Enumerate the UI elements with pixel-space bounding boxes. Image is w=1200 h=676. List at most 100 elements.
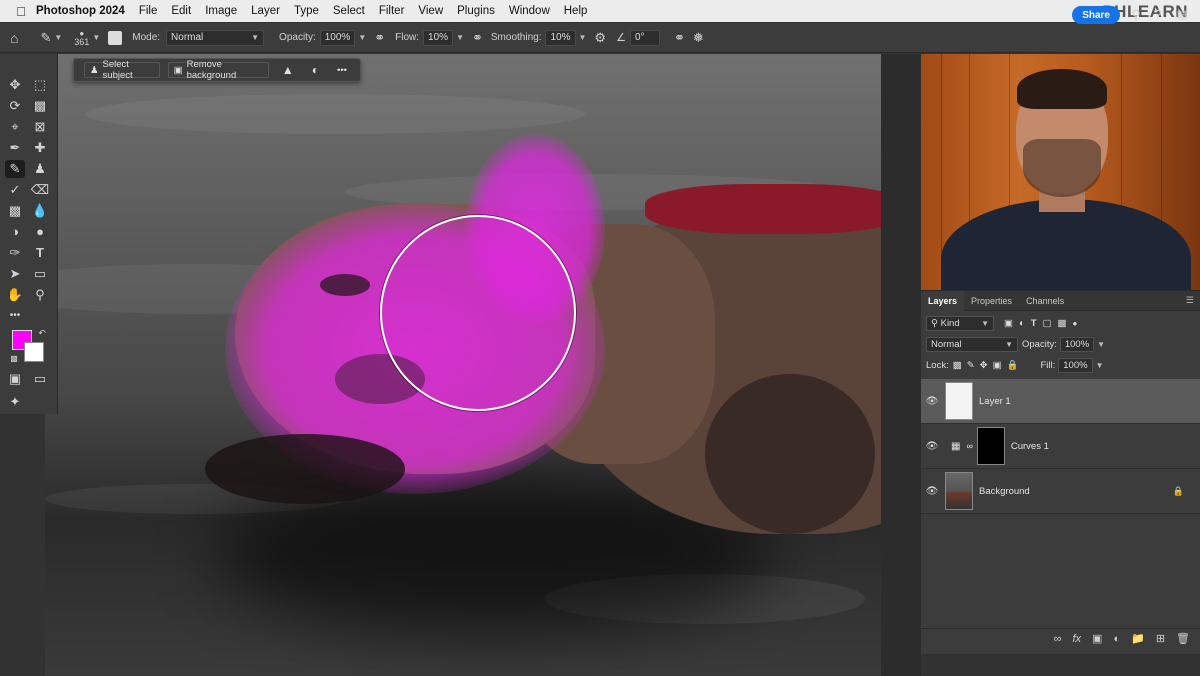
visibility-eye-icon[interactable]: 👁 xyxy=(921,396,943,407)
generative-fill-icon[interactable]: ✦ xyxy=(5,393,25,411)
more-options-button[interactable]: ••• xyxy=(332,62,352,78)
adjustment-icon[interactable]: ◐ xyxy=(307,62,324,78)
sponge-tool-icon[interactable]: ● xyxy=(30,223,50,241)
home-icon[interactable]: ⌂ xyxy=(10,30,18,46)
kind-filter-select[interactable]: ⚲ Kind ▼ xyxy=(926,316,994,331)
flow-field[interactable]: 10% xyxy=(423,29,454,46)
swap-colors-icon[interactable]: ↶ xyxy=(32,324,52,342)
layer-style-icon[interactable]: fx xyxy=(1072,633,1081,645)
help-icon[interactable]: ? xyxy=(1150,7,1166,23)
pressure-size-icon[interactable]: ⚭ xyxy=(674,30,685,46)
blend-mode-select[interactable]: Normal ▼ xyxy=(926,337,1018,352)
tab-channels[interactable]: Channels xyxy=(1019,291,1071,311)
new-adjustment-layer-icon[interactable]: ◐ xyxy=(1113,633,1120,645)
menu-plugins[interactable]: Plugins xyxy=(457,5,495,17)
chevron-down-icon[interactable]: ▼ xyxy=(92,33,100,42)
layer-name[interactable]: Layer 1 xyxy=(979,396,1011,407)
brush-settings-icon[interactable] xyxy=(108,30,123,45)
marquee-tool-icon[interactable]: ⬚ xyxy=(30,76,50,94)
menu-view[interactable]: View xyxy=(418,5,443,17)
lock-all-icon[interactable]: 🔒 xyxy=(1007,360,1019,371)
chevron-down-icon[interactable]: ▼ xyxy=(54,33,62,42)
layer-name[interactable]: Curves 1 xyxy=(1011,441,1049,452)
lasso-tool-icon[interactable]: ⟳ xyxy=(5,97,25,115)
edit-toolbar-icon[interactable]: ••• xyxy=(5,307,25,325)
menu-app-name[interactable]: Photoshop 2024 xyxy=(36,5,125,17)
lock-position-icon[interactable]: ✥ xyxy=(980,360,988,371)
path-selection-tool-icon[interactable]: ➤ xyxy=(5,265,25,283)
layer-name[interactable]: Background xyxy=(979,486,1030,497)
tab-layers[interactable]: Layers xyxy=(921,290,965,311)
pen-tool-icon[interactable]: ✑ xyxy=(5,244,25,262)
type-tool-icon[interactable]: T xyxy=(30,244,50,262)
healing-brush-tool-icon[interactable]: ✚ xyxy=(30,139,50,157)
lock-pixels-icon[interactable]: ✎ xyxy=(967,360,975,371)
panel-menu-icon[interactable]: ☰ xyxy=(1186,295,1194,306)
rectangle-tool-icon[interactable]: ▭ xyxy=(30,265,50,283)
filter-smart-object-icon[interactable]: ▩ xyxy=(1058,318,1067,329)
move-tool-icon[interactable]: ✥ xyxy=(5,76,25,94)
mode-select[interactable]: Normal ▼ xyxy=(166,29,265,46)
menu-help[interactable]: Help xyxy=(564,5,588,17)
chevron-down-icon[interactable]: ▼ xyxy=(358,33,366,42)
layer-opacity-field[interactable]: 100% xyxy=(1059,337,1095,352)
new-layer-icon[interactable]: ⊞ xyxy=(1156,632,1165,645)
new-group-icon[interactable]: 📁 xyxy=(1131,632,1145,645)
filter-toggle-icon[interactable]: ● xyxy=(1073,319,1078,328)
eyedropper-tool-icon[interactable]: ✒ xyxy=(5,139,25,157)
chevron-down-icon[interactable]: ▼ xyxy=(456,33,464,42)
angle-field[interactable]: 0° xyxy=(629,29,660,46)
layer-row-curves-1[interactable]: 👁 ▦ ∞ Curves 1 xyxy=(921,424,1200,469)
add-mask-icon[interactable]: ▣ xyxy=(1092,632,1102,645)
visibility-eye-icon[interactable]: 👁 xyxy=(921,486,943,497)
brush-preset-picker[interactable]: ● 361 xyxy=(74,29,89,47)
zoom-tool-icon[interactable]: ⚲ xyxy=(30,286,50,304)
layer-row-background[interactable]: 👁 Background 🔒 xyxy=(921,469,1200,514)
blur-tool-icon[interactable]: 💧 xyxy=(30,202,50,220)
smoothing-field[interactable]: 10% xyxy=(545,29,576,46)
eraser-tool-icon[interactable]: ⌫ xyxy=(30,181,50,199)
lock-artboard-icon[interactable]: ▣ xyxy=(993,360,1002,371)
filter-adjustment-icon[interactable]: ◐ xyxy=(1019,318,1025,329)
menu-type[interactable]: Type xyxy=(294,5,319,17)
tab-properties[interactable]: Properties xyxy=(964,291,1019,311)
menu-layer[interactable]: Layer xyxy=(251,5,280,17)
dodge-tool-icon[interactable]: ◑ xyxy=(5,223,25,241)
screen-mode-icon[interactable]: ▭ xyxy=(30,370,50,388)
gear-icon[interactable]: ⚙ xyxy=(594,30,606,46)
menu-image[interactable]: Image xyxy=(205,5,237,17)
remove-background-button[interactable]: ▣ Remove background xyxy=(167,59,269,81)
clone-stamp-tool-icon[interactable]: ♟ xyxy=(30,160,50,178)
chevron-down-icon[interactable]: ▼ xyxy=(1097,340,1105,349)
opacity-field[interactable]: 100% xyxy=(319,29,356,46)
link-icon[interactable]: ∞ xyxy=(966,441,972,451)
delete-layer-icon[interactable]: 🗑 xyxy=(1176,632,1190,645)
history-brush-tool-icon[interactable]: ✓ xyxy=(5,181,25,199)
share-button[interactable]: Share xyxy=(1072,6,1120,24)
frame-tool-icon[interactable]: ⊠ xyxy=(30,118,50,136)
search-icon[interactable]: ⚲ xyxy=(1128,7,1144,23)
workspace-icon[interactable]: ▤ xyxy=(1174,7,1190,23)
select-subject-button[interactable]: ♟ Select subject xyxy=(84,59,160,81)
pressure-opacity-icon[interactable]: ⚭ xyxy=(374,30,385,46)
link-layers-icon[interactable]: ∞ xyxy=(1054,633,1062,645)
apple-icon[interactable]:  xyxy=(12,4,30,19)
menu-filter[interactable]: Filter xyxy=(379,5,405,17)
filter-pixel-icon[interactable]: ▣ xyxy=(1004,318,1013,329)
transform-icon[interactable]: ▲ xyxy=(277,62,299,78)
layer-mask-thumbnail[interactable] xyxy=(976,427,1005,465)
lock-transparency-icon[interactable]: ▩ xyxy=(953,360,962,371)
background-color-swatch[interactable] xyxy=(24,342,44,362)
chevron-down-icon[interactable]: ▼ xyxy=(1096,361,1104,370)
layer-row-layer-1[interactable]: 👁 Layer 1 xyxy=(921,379,1200,424)
symmetry-icon[interactable]: ❅ xyxy=(693,30,704,46)
visibility-eye-icon[interactable]: 👁 xyxy=(921,441,943,452)
crop-tool-icon[interactable]: ⌖ xyxy=(5,118,25,136)
airbrush-icon[interactable]: ⚭ xyxy=(472,30,483,46)
fill-field[interactable]: 100% xyxy=(1058,358,1093,373)
menu-select[interactable]: Select xyxy=(333,5,365,17)
document-canvas[interactable] xyxy=(45,54,881,676)
brush-tool-icon[interactable]: ✎ xyxy=(5,160,25,178)
gradient-tool-icon[interactable]: ▩ xyxy=(5,202,25,220)
chevron-down-icon[interactable]: ▼ xyxy=(579,33,587,42)
